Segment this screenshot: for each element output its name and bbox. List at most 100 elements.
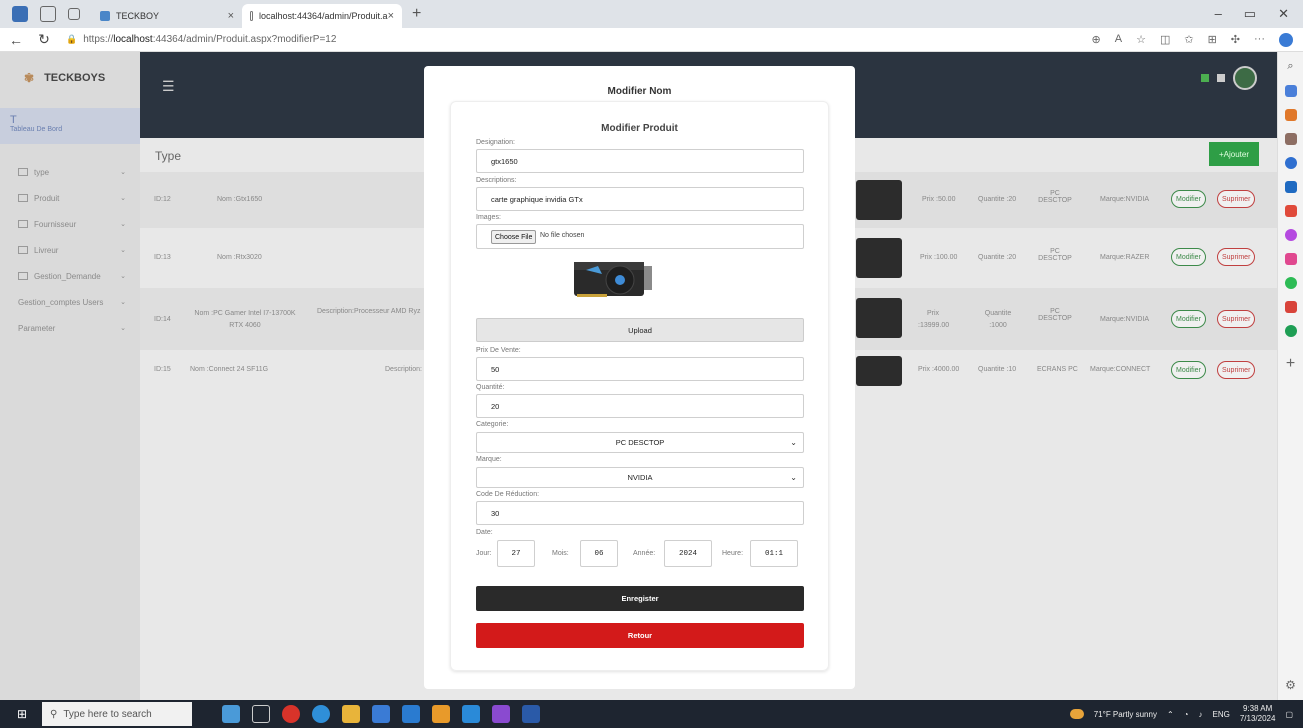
favorite-star-icon[interactable]: ☆	[1136, 33, 1146, 47]
close-window-icon[interactable]: ✕	[1278, 6, 1289, 22]
price-field[interactable]: 50	[476, 357, 804, 381]
network-icon[interactable]: ◔	[1184, 710, 1189, 719]
close-tab-icon[interactable]: ×	[388, 10, 394, 22]
people-icon[interactable]	[1284, 133, 1297, 145]
search-icon[interactable]: ⌕	[1287, 60, 1293, 73]
word-app-icon[interactable]	[522, 705, 540, 723]
year-field[interactable]: 2024	[664, 540, 712, 567]
refresh-icon[interactable]: ↻	[32, 31, 56, 48]
url-field[interactable]: 🔒 https://localhost:44364/admin/Produit.…	[66, 34, 336, 45]
tab-actions-icon[interactable]	[68, 8, 80, 20]
discount-code-field[interactable]: 30	[476, 501, 804, 525]
store-app-icon[interactable]	[372, 705, 390, 723]
hour-field[interactable]: 01:1	[750, 540, 798, 567]
profile-icon[interactable]	[12, 6, 28, 22]
brand-select[interactable]: NVIDIA ⌄	[476, 467, 804, 488]
modify-button[interactable]: Modifier	[1171, 361, 1206, 379]
sidebar-item-fournisseur[interactable]: Fournisseur ⌄	[0, 212, 140, 236]
read-aloud-icon[interactable]: A	[1115, 33, 1122, 47]
favorites-icon[interactable]: ✩	[1184, 33, 1193, 47]
instagram-icon[interactable]	[1284, 253, 1297, 265]
close-tab-icon[interactable]: ×	[228, 10, 234, 22]
opera-app-icon[interactable]	[282, 705, 300, 723]
delete-button[interactable]: Suprimer	[1217, 361, 1256, 379]
back-button[interactable]: Retour	[476, 623, 804, 648]
volume-icon[interactable]: ♪	[1199, 710, 1203, 719]
games-icon[interactable]	[1284, 157, 1297, 169]
sidebar-item-dashboard[interactable]: T Tableau De Bord	[0, 108, 140, 144]
office-icon[interactable]	[1284, 205, 1297, 217]
new-tab-icon[interactable]: +	[412, 5, 421, 23]
day-field[interactable]: 27	[497, 540, 535, 567]
taskbar-search[interactable]: ⚲ Type here to search	[42, 702, 192, 726]
tray-overflow-icon[interactable]: ⌃	[1167, 710, 1174, 719]
messenger-icon[interactable]	[1284, 229, 1297, 241]
edge-app-icon[interactable]	[312, 705, 330, 723]
shopping-icon[interactable]	[1284, 109, 1297, 121]
more-menu-icon[interactable]: ···	[1254, 33, 1265, 47]
year-label: Année:	[633, 550, 656, 557]
copilot-icon[interactable]	[1279, 32, 1293, 47]
page-title: Type	[155, 149, 182, 163]
brand-logo-icon: ✾	[24, 71, 35, 85]
minimize-icon[interactable]: –	[1215, 6, 1222, 22]
tab-produit[interactable]: localhost:44364/admin/Produit.a ×	[242, 4, 402, 28]
modify-button[interactable]: Modifier	[1171, 248, 1206, 266]
extensions-icon[interactable]: ✣	[1231, 33, 1240, 47]
quantity-field[interactable]: 20	[476, 394, 804, 418]
edit-product-card: Modifier Produit Designation: gtx1650 De…	[450, 101, 829, 671]
outlook-icon[interactable]	[1284, 181, 1297, 193]
workspaces-icon[interactable]	[40, 6, 56, 22]
language-indicator[interactable]: ENG	[1213, 710, 1230, 719]
row-name: Nom :Connect 24 SF11G	[190, 366, 269, 373]
widgets-app-icon[interactable]	[222, 705, 240, 723]
sidebar-settings-icon[interactable]: ⚙	[1285, 678, 1296, 692]
vscode-app-icon[interactable]	[462, 705, 480, 723]
category-select[interactable]: PC DESCTOP ⌄	[476, 432, 804, 453]
sublime-app-icon[interactable]	[432, 705, 450, 723]
task-view-icon[interactable]	[252, 705, 270, 723]
modify-button[interactable]: Modifier	[1171, 190, 1206, 208]
brand[interactable]: ✾ TECKBOYS	[0, 52, 140, 104]
split-screen-icon[interactable]: ◫	[1160, 33, 1170, 47]
restore-icon[interactable]: ▭	[1244, 6, 1256, 22]
windows-start-icon[interactable]: ⊞	[12, 704, 32, 724]
visual-studio-app-icon[interactable]	[492, 705, 510, 723]
tab-teckboy[interactable]: TECKBOY ×	[92, 4, 242, 28]
message-icon[interactable]	[1217, 74, 1225, 82]
notifications-icon[interactable]: ▢	[1285, 710, 1293, 719]
avatar[interactable]	[1233, 66, 1257, 90]
add-button[interactable]: +Ajouter	[1209, 142, 1259, 166]
delete-button[interactable]: Suprimer	[1217, 190, 1256, 208]
sidebar-item-parameter[interactable]: Parameter ⌄	[0, 316, 140, 340]
file-explorer-icon[interactable]	[342, 705, 360, 723]
modify-button[interactable]: Modifier	[1171, 310, 1206, 328]
back-arrow-icon[interactable]: ←	[4, 32, 28, 48]
delete-button[interactable]: Suprimer	[1217, 248, 1256, 266]
month-field[interactable]: 06	[580, 540, 618, 567]
sidebar-item-produit[interactable]: Produit ⌄	[0, 186, 140, 210]
menu-toggle-icon[interactable]: ☰	[162, 78, 175, 95]
spotify-icon[interactable]	[1284, 325, 1297, 337]
save-button[interactable]: Enregister	[476, 586, 804, 611]
whatsapp-icon[interactable]	[1284, 277, 1297, 289]
choose-file-button[interactable]: Choose File	[491, 230, 537, 244]
descriptions-field[interactable]: carte graphique invidia GTx	[476, 187, 804, 211]
sidebar-item-livreur[interactable]: Livreur ⌄	[0, 238, 140, 262]
gmail-icon[interactable]	[1284, 301, 1297, 313]
mail-app-icon[interactable]	[402, 705, 420, 723]
sidebar-item-gestion-demande[interactable]: Gestion_Demande ⌄	[0, 264, 140, 288]
collections-icon[interactable]: ⊞	[1208, 33, 1217, 47]
weather-text[interactable]: 71°F Partly sunny	[1094, 710, 1157, 719]
notification-icon[interactable]	[1201, 74, 1209, 82]
upload-button[interactable]: Upload	[476, 318, 804, 342]
designation-field[interactable]: gtx1650	[476, 149, 804, 173]
tag-icon[interactable]	[1284, 85, 1297, 97]
sidebar-item-users[interactable]: Gestion_comptes Users ⌄	[0, 290, 140, 314]
clock[interactable]: 9:38 AM 7/13/2024	[1240, 704, 1276, 724]
image-file-input[interactable]: Choose File No file chosen	[476, 224, 804, 249]
add-sidebar-app-icon[interactable]: +	[1286, 355, 1295, 373]
sidebar-item-type[interactable]: type ⌄	[0, 160, 140, 184]
delete-button[interactable]: Suprimer	[1217, 310, 1256, 328]
zoom-icon[interactable]: ⊕	[1092, 33, 1101, 47]
